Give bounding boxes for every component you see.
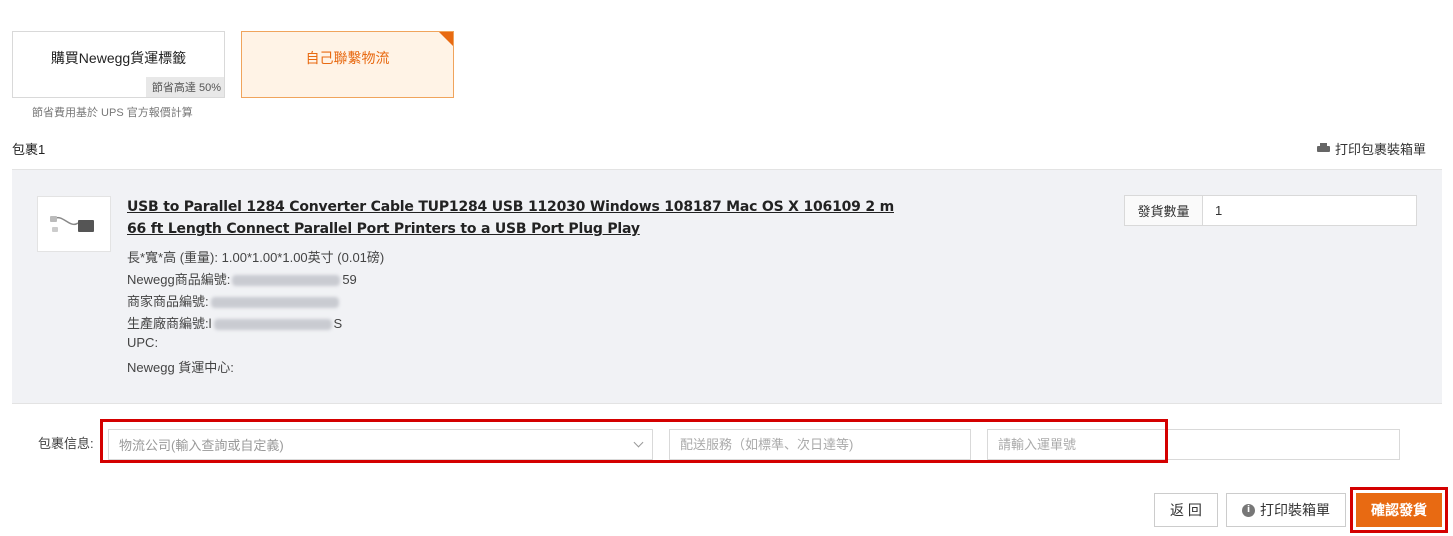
spec-newegg-item-number: Newegg商品編號: 59 xyxy=(127,269,357,288)
print-packing-list-link[interactable]: 打印包裹裝箱單 xyxy=(1316,139,1426,158)
product-title-link[interactable]: USB to Parallel 1284 Converter Cable TUP… xyxy=(127,196,907,240)
savings-tag: 節省高達 50% xyxy=(145,77,224,97)
back-button[interactable]: 返 回 xyxy=(1154,493,1218,527)
spec-upc: UPC: xyxy=(127,335,159,350)
product-image[interactable] xyxy=(37,196,111,252)
spec-warehouse: Newegg 貨運中心: xyxy=(127,360,234,375)
ship-quantity-input[interactable] xyxy=(1203,196,1416,225)
printer-icon xyxy=(1316,143,1330,154)
selected-corner-icon xyxy=(439,32,453,46)
info-icon: i xyxy=(1242,503,1255,517)
spec-newegg-item-suffix: 59 xyxy=(342,272,357,287)
spec-mfr-suffix: S xyxy=(333,316,343,331)
savings-note: 節省費用基於 UPS 官方報價計算 xyxy=(32,107,193,119)
carrier-select[interactable]: 物流公司(輸入查詢或自定義) xyxy=(108,429,653,460)
item-panel: USB to Parallel 1284 Converter Cable TUP… xyxy=(12,169,1442,403)
print-box-list-button[interactable]: i 打印裝箱單 xyxy=(1226,493,1346,527)
spec-seller-item-number: 商家商品編號: xyxy=(127,291,341,310)
option-self-ship[interactable]: 自己聯繫物流 xyxy=(241,31,454,98)
spec-dimensions: 長*寬*高 (重量): 1.00*1.00*1.00英寸 (0.01磅) xyxy=(127,247,384,266)
redacted-value xyxy=(213,319,332,331)
parcel-info-row: 包裹信息: 物流公司(輸入查詢或自定義) xyxy=(12,403,1442,473)
print-packing-list-label: 打印包裹裝箱單 xyxy=(1334,142,1426,157)
redacted-value xyxy=(232,275,341,287)
chevron-down-icon xyxy=(633,437,644,448)
spec-dimensions-value: 1.00*1.00*1.00英寸 (0.01磅) xyxy=(221,250,385,265)
parcel-info-label: 包裹信息: xyxy=(38,436,94,451)
spec-manufacturer-number: 生產廠商編號:l S xyxy=(127,313,342,332)
spec-mfr-label: 生產廠商編號: xyxy=(127,316,209,331)
redacted-value xyxy=(210,297,339,309)
ship-quantity-group: 發貨數量 xyxy=(1124,195,1417,226)
ship-quantity-label: 發貨數量 xyxy=(1125,196,1203,225)
spec-seller-item-label: 商家商品編號: xyxy=(127,294,209,309)
option-newegg-label[interactable]: 購買Newegg貨運標籤 節省高達 50% xyxy=(12,31,225,98)
delivery-service-input[interactable] xyxy=(669,429,971,460)
spec-newegg-item-label: Newegg商品編號: xyxy=(127,272,231,287)
cable-image-icon xyxy=(50,216,94,232)
spec-mfr-prefix: l xyxy=(208,316,212,331)
tracking-number-input[interactable] xyxy=(987,429,1400,460)
confirm-ship-button[interactable]: 確認發貨 xyxy=(1356,493,1442,527)
carrier-select-placeholder: 物流公司(輸入查詢或自定義) xyxy=(119,438,284,453)
option-self-ship-text: 自己聯繫物流 xyxy=(305,50,390,66)
print-box-list-label: 打印裝箱單 xyxy=(1260,502,1330,518)
spec-dimensions-label: 長*寬*高 (重量): xyxy=(127,250,219,265)
option-newegg-label-text: 購買Newegg貨運標籤 xyxy=(50,50,187,66)
package-title: 包裹1 xyxy=(12,142,46,157)
